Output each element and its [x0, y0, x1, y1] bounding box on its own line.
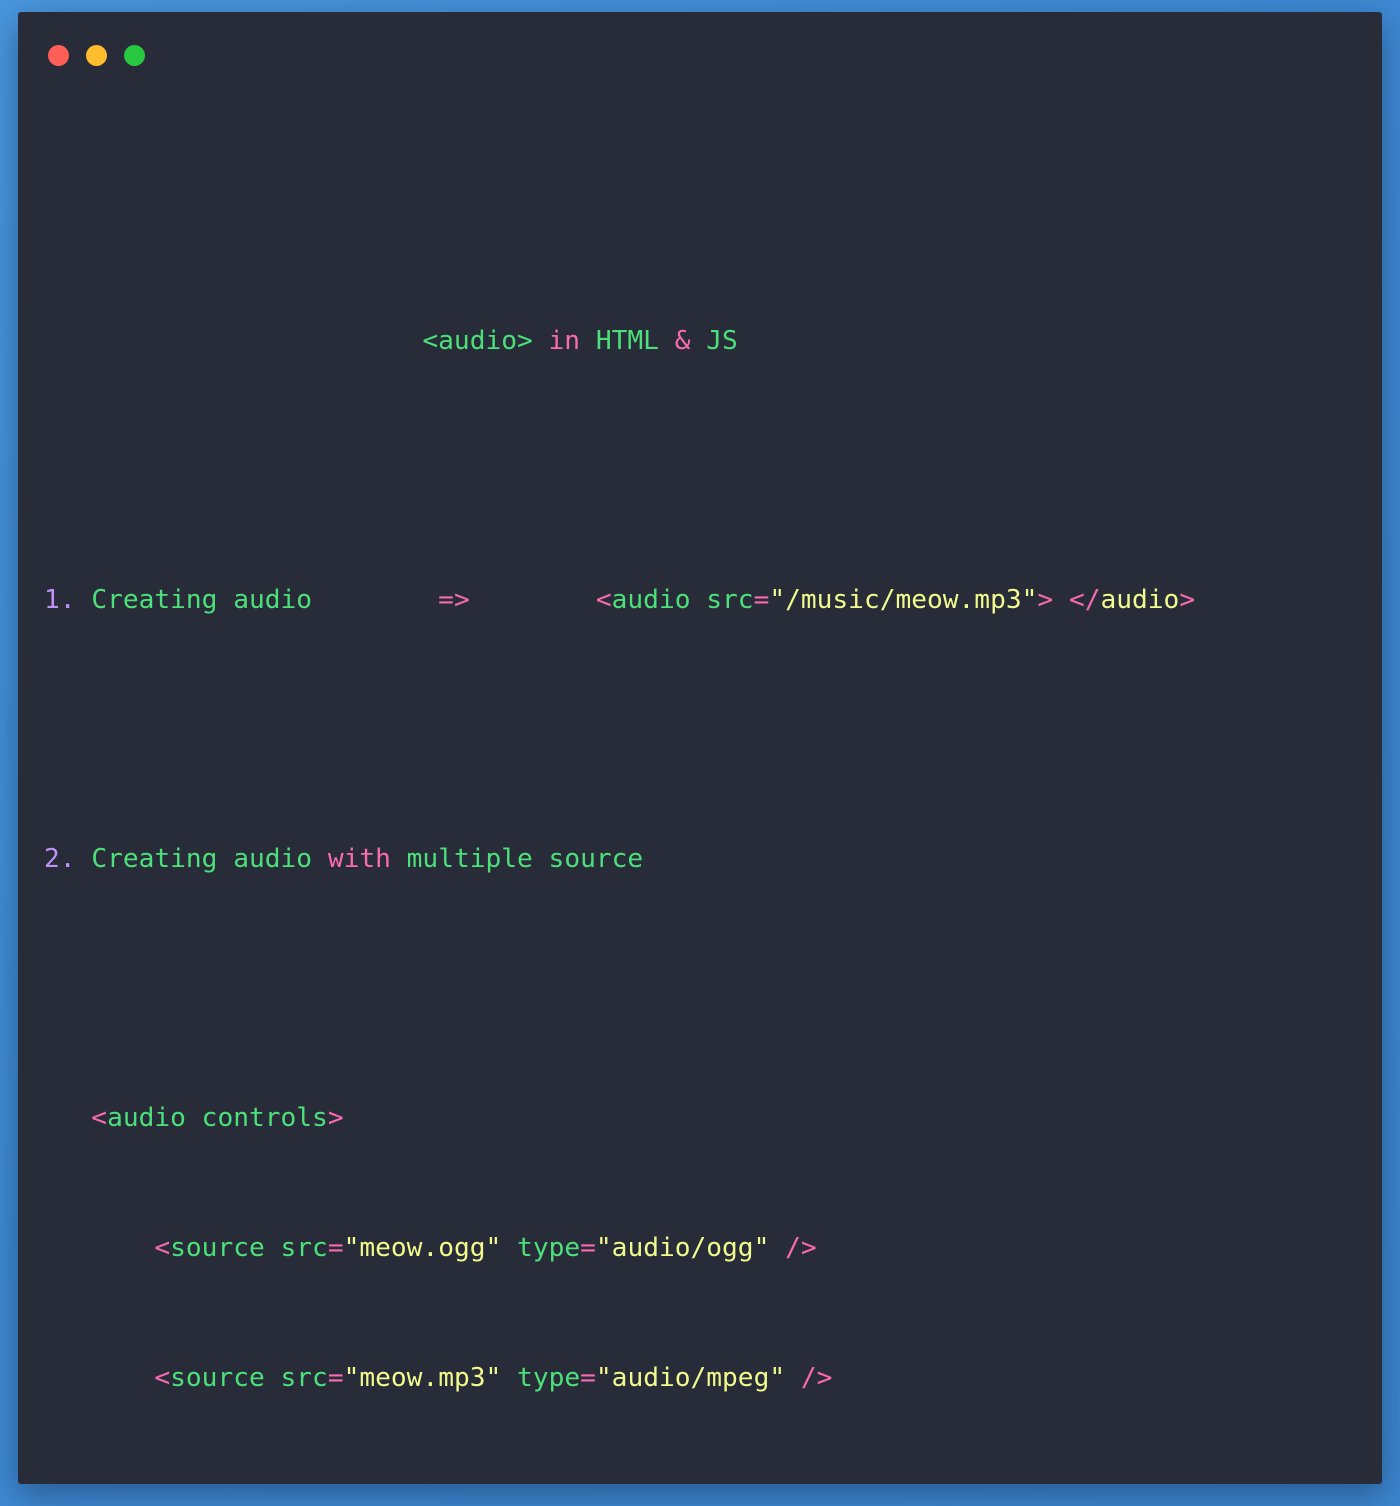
code-line-audio-open-tag: <audio controls> [44, 1103, 344, 1134]
close-button[interactable] [48, 44, 69, 66]
window-titlebar [18, 12, 1382, 98]
maximize-button[interactable] [124, 44, 145, 66]
code-line-source-ogg: <source src="meow.ogg" type="audio/ogg" … [44, 1233, 817, 1264]
code-line-creating-audio-multiple: 2. Creating audio with multiple source [44, 844, 644, 875]
minimize-button[interactable] [86, 44, 107, 66]
code-line-source-mp3: <source src="meow.mp3" type="audio/mpeg"… [44, 1362, 833, 1393]
code-snippet-window: <audio> in HTML & JS 1. Creating audio =… [18, 12, 1382, 1484]
code-block: <audio> in HTML & JS 1. Creating audio =… [18, 98, 1382, 1484]
code-line-creating-audio: 1. Creating audio => <audio src="/music/… [44, 585, 1196, 616]
code-line-title: <audio> in HTML & JS [44, 325, 738, 356]
